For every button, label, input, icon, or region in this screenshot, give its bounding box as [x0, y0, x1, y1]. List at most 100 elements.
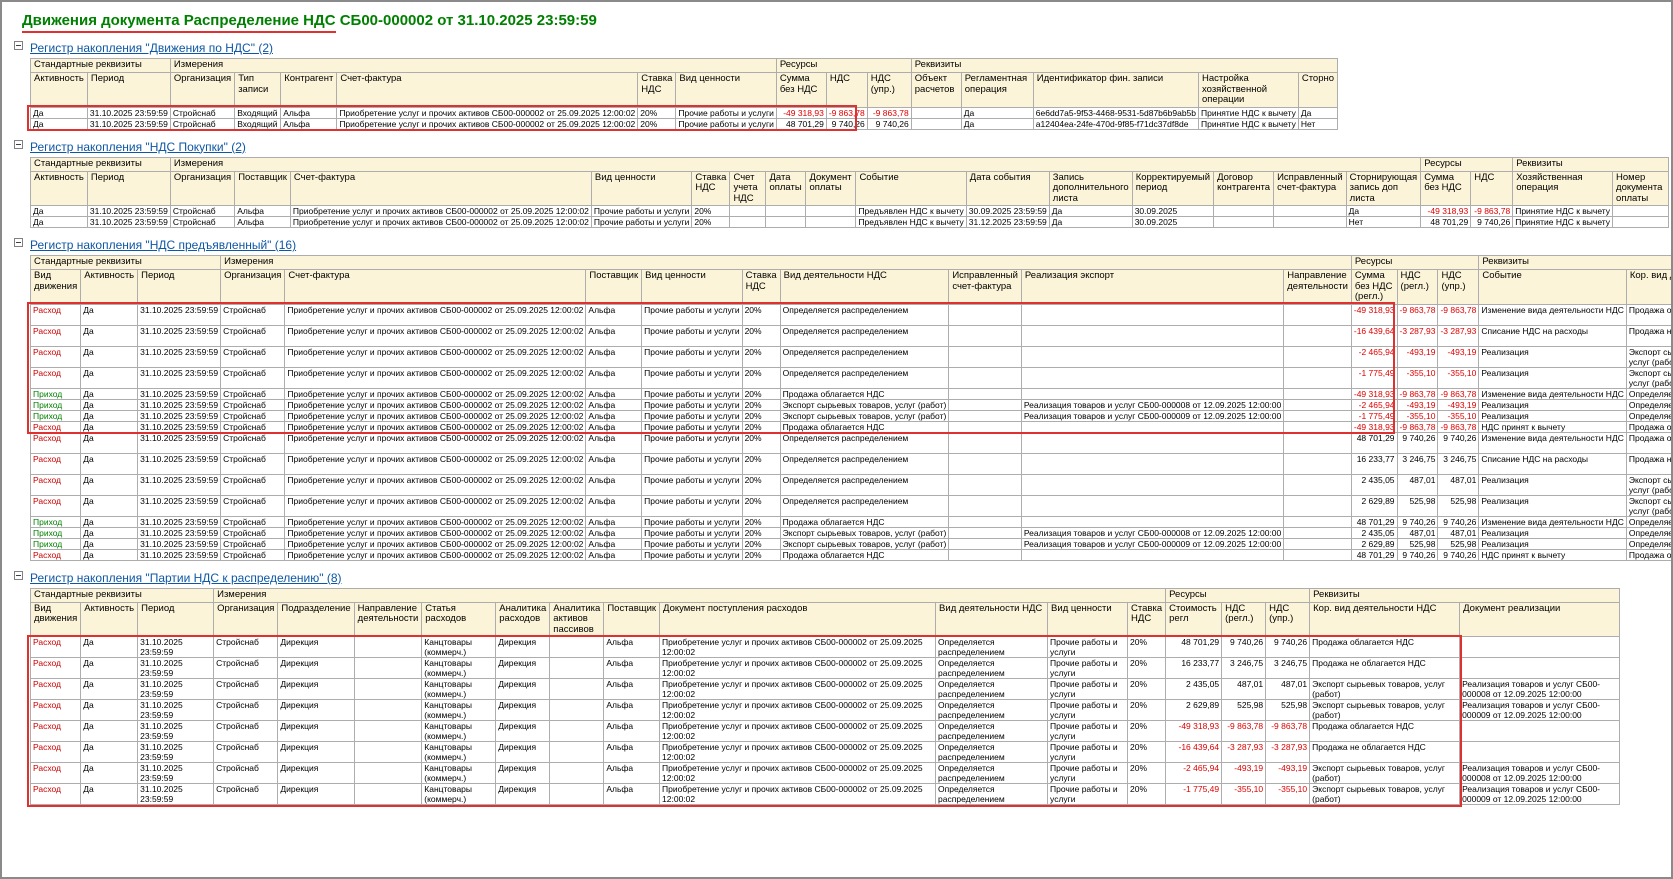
- cell[interactable]: -3 287,93: [1265, 741, 1311, 763]
- cell[interactable]: Прочие работы и услуги: [675, 117, 777, 130]
- cell[interactable]: Приобретение услуг и прочих активов СБ00…: [284, 345, 587, 368]
- cell[interactable]: Приобретение услуг и прочих активов СБ00…: [284, 303, 587, 326]
- cell[interactable]: Альфа: [603, 657, 661, 679]
- cell[interactable]: [948, 473, 1022, 496]
- cell[interactable]: Да: [80, 473, 139, 496]
- cell[interactable]: Расход: [29, 678, 82, 700]
- cell[interactable]: -49 318,93: [775, 106, 827, 119]
- cell[interactable]: Стройснаб: [213, 636, 279, 658]
- cell[interactable]: 30.09.2025: [1131, 216, 1215, 228]
- cell[interactable]: [353, 636, 423, 658]
- cell[interactable]: Реализация товаров и услуг СБ00-000008 о…: [1459, 678, 1621, 700]
- cell[interactable]: -355,10: [1396, 366, 1439, 389]
- cell[interactable]: Принятие НДС к вычету: [1198, 117, 1299, 130]
- cell[interactable]: -49 318,93: [1350, 387, 1398, 400]
- cell[interactable]: 20%: [1127, 678, 1167, 700]
- cell[interactable]: 2 435,05: [1350, 526, 1398, 539]
- cell[interactable]: 48 701,29: [1420, 216, 1472, 228]
- cell[interactable]: Приобретение услуг и прочих активов СБ00…: [289, 216, 592, 228]
- cell[interactable]: -16 439,64: [1350, 324, 1398, 347]
- cell[interactable]: 20%: [691, 205, 731, 217]
- cell[interactable]: Расход: [29, 473, 82, 496]
- cell[interactable]: 20%: [741, 452, 781, 475]
- cell[interactable]: 30.09.2025 23:59:59: [965, 205, 1050, 217]
- cell[interactable]: Определяется распределением: [1625, 526, 1671, 539]
- cell[interactable]: Стройснаб: [220, 452, 286, 475]
- cell[interactable]: Прочие работы и услуги: [675, 106, 777, 119]
- table-row[interactable]: Приход Да 31.10.2025 23:59:59 Стройснаб Прио…: [29, 409, 1671, 422]
- cell[interactable]: Расход: [29, 783, 82, 805]
- cell[interactable]: [353, 657, 423, 679]
- cell[interactable]: [729, 205, 767, 217]
- cell[interactable]: Реализация: [1478, 345, 1627, 368]
- cell[interactable]: [1020, 420, 1285, 433]
- cell[interactable]: Нет: [1345, 216, 1422, 228]
- cell[interactable]: [1020, 494, 1285, 517]
- cell[interactable]: -1 775,49: [1350, 409, 1398, 422]
- cell[interactable]: Стройснаб: [213, 699, 279, 721]
- cell[interactable]: Прочие работы и услуги: [1047, 657, 1129, 679]
- cell[interactable]: Стройснаб: [220, 409, 286, 422]
- cell[interactable]: Стройснаб: [220, 387, 286, 400]
- cell[interactable]: Стройснаб: [220, 494, 286, 517]
- cell[interactable]: Продажа не облагается НДС: [1625, 452, 1671, 475]
- table-row[interactable]: Расход Да 31.10.2025 23:59:59 Стройснаб Прио…: [29, 303, 1671, 326]
- cell[interactable]: 9 740,26: [1396, 515, 1439, 528]
- cell[interactable]: Приход: [29, 537, 82, 550]
- cell[interactable]: 2 435,05: [1350, 473, 1398, 496]
- cell[interactable]: Дирекция: [495, 741, 551, 763]
- cell[interactable]: [948, 409, 1022, 422]
- cell[interactable]: 525,98: [1396, 494, 1439, 517]
- cell[interactable]: 31.10.2025 23:59:59: [137, 678, 215, 700]
- cell[interactable]: Продажа облагается НДС: [779, 420, 950, 433]
- cell[interactable]: -9 863,78: [1396, 303, 1439, 326]
- cell[interactable]: -355,10: [1265, 783, 1311, 805]
- cell[interactable]: Продажа не облагается НДС: [1625, 324, 1671, 347]
- cell[interactable]: 2 435,05: [1165, 678, 1223, 700]
- cell[interactable]: Расход: [29, 324, 82, 347]
- cell[interactable]: Экспорт сырьевых товаров, услуг (работ): [1309, 762, 1461, 784]
- cell[interactable]: 9 740,26: [825, 117, 868, 130]
- cell[interactable]: 31.10.2025 23:59:59: [137, 303, 222, 326]
- cell[interactable]: 487,01: [1437, 473, 1480, 496]
- cell[interactable]: Приобретение услуг и прочих активов СБ00…: [284, 324, 587, 347]
- cell[interactable]: Да: [80, 548, 139, 561]
- cell[interactable]: Приобретение услуг и прочих активов СБ00…: [659, 783, 937, 805]
- cell[interactable]: Определяется распределением: [779, 431, 950, 454]
- cell[interactable]: Да: [1048, 216, 1133, 228]
- cell[interactable]: Прочие работы и услуги: [641, 303, 743, 326]
- cell[interactable]: -49 318,93: [1350, 303, 1398, 326]
- cell[interactable]: [1020, 387, 1285, 400]
- cell[interactable]: Приобретение услуг и прочих активов СБ00…: [659, 657, 937, 679]
- cell[interactable]: 487,01: [1396, 473, 1439, 496]
- cell[interactable]: Прочие работы и услуги: [641, 345, 743, 368]
- cell[interactable]: 9 740,26: [866, 117, 912, 130]
- cell[interactable]: Стройснаб: [220, 303, 286, 326]
- cell[interactable]: 3 246,75: [1437, 452, 1480, 475]
- cell[interactable]: 31.10.2025 23:59:59: [137, 699, 215, 721]
- cell[interactable]: Канцтовары (коммерч.): [421, 657, 497, 679]
- cell[interactable]: Канцтовары (коммерч.): [421, 699, 497, 721]
- cell[interactable]: [353, 762, 423, 784]
- cell[interactable]: [549, 657, 605, 679]
- cell[interactable]: -9 863,78: [1396, 420, 1439, 433]
- cell[interactable]: 20%: [1127, 699, 1167, 721]
- cell[interactable]: 31.10.2025 23:59:59: [137, 345, 222, 368]
- cell[interactable]: [765, 216, 807, 228]
- cell[interactable]: Стройснаб: [220, 366, 286, 389]
- cell[interactable]: Прочие работы и услуги: [641, 420, 743, 433]
- cell[interactable]: Прочие работы и услуги: [1047, 678, 1129, 700]
- cell[interactable]: Расход: [29, 494, 82, 517]
- cell[interactable]: 2 629,89: [1350, 537, 1398, 550]
- cell[interactable]: [1612, 205, 1670, 217]
- cell[interactable]: 31.10.2025 23:59:59: [137, 548, 222, 561]
- cell[interactable]: Реализация товаров и услуг СБ00-000009 о…: [1020, 537, 1285, 550]
- cell[interactable]: Продажа облагается НДС: [1309, 720, 1461, 742]
- cell[interactable]: 3 246,75: [1265, 657, 1311, 679]
- cell[interactable]: [948, 515, 1022, 528]
- cell[interactable]: Да: [80, 420, 139, 433]
- cell[interactable]: Расход: [29, 636, 82, 658]
- cell[interactable]: Да: [1345, 205, 1422, 217]
- cell[interactable]: Стройснаб: [220, 548, 286, 561]
- cell[interactable]: Приобретение услуг и прочих активов СБ00…: [284, 409, 587, 422]
